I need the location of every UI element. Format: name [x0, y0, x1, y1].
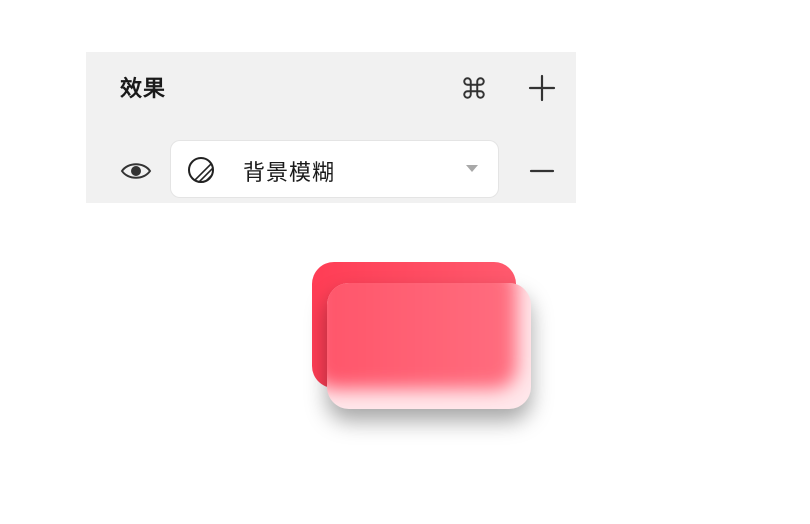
effect-preview: [0, 0, 810, 524]
glass-overlay: [327, 283, 531, 409]
blurred-glass-card: [327, 283, 531, 409]
